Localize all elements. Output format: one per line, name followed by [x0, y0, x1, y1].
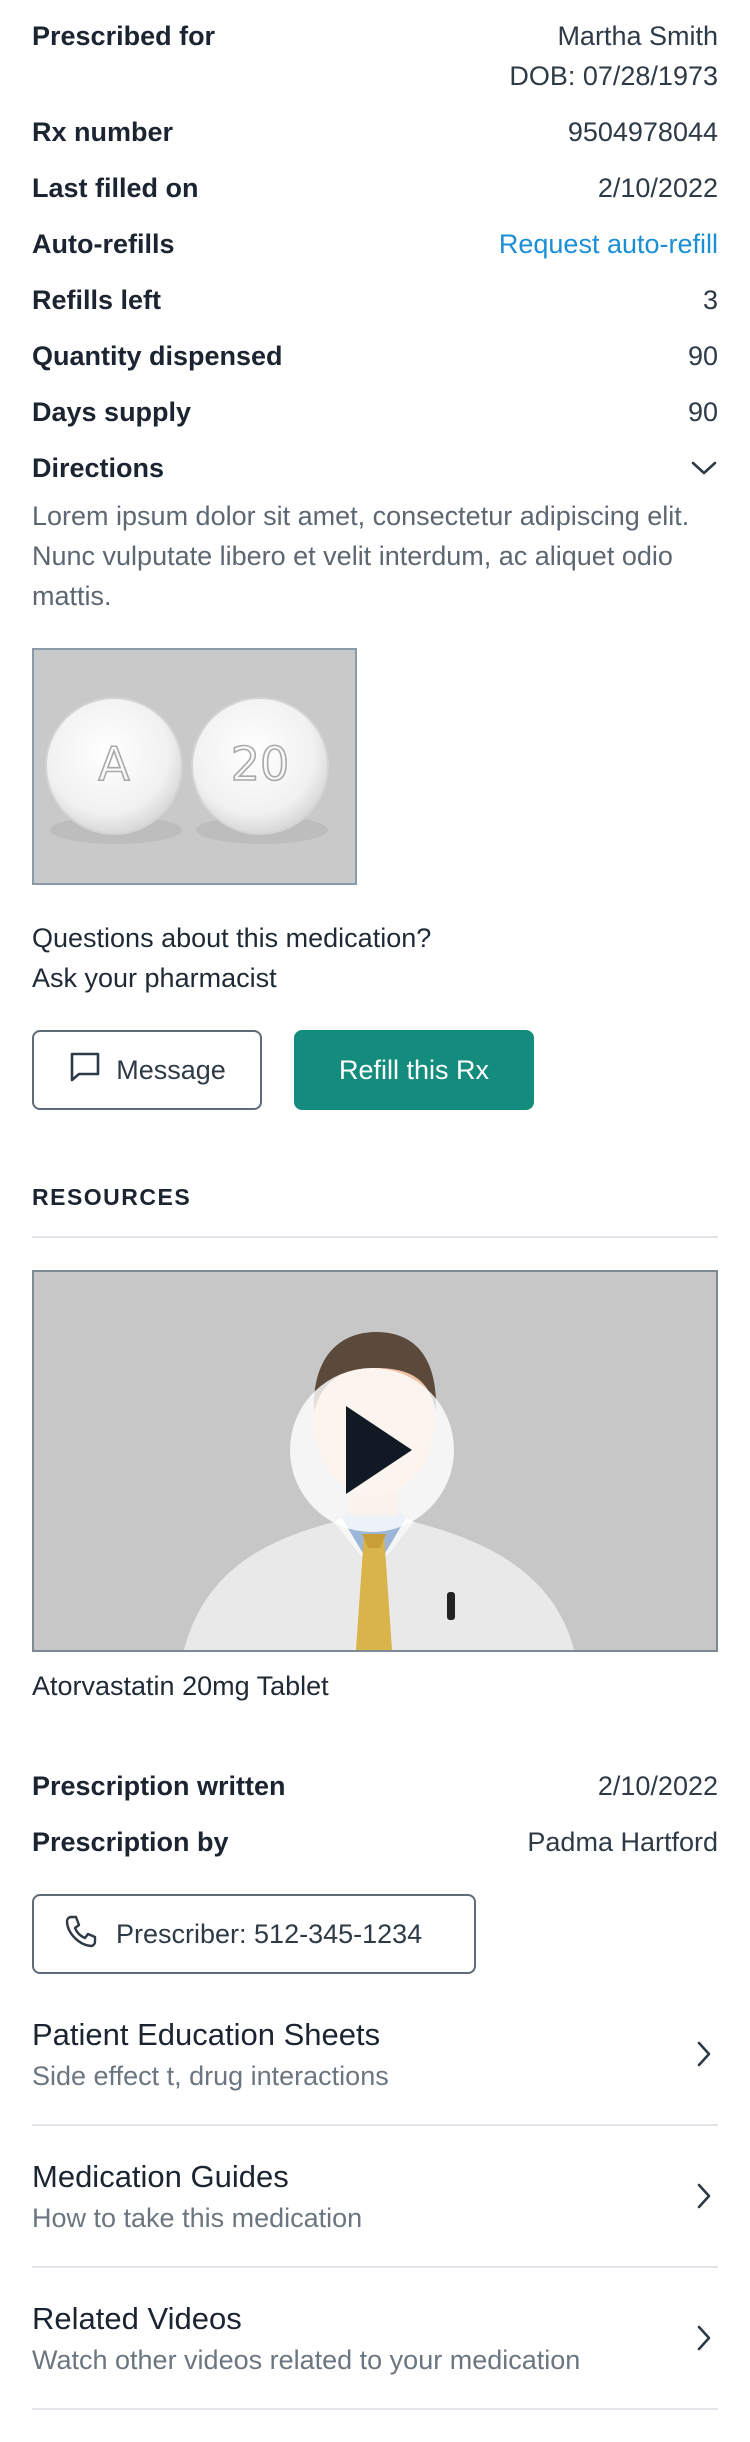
- prescriber-phone-label: Prescriber: 512-345-1234: [116, 1918, 423, 1949]
- video-player[interactable]: [32, 1270, 718, 1652]
- pharmacist-questions: Questions about this medication? Ask you…: [32, 918, 431, 998]
- directions-label: Directions: [32, 453, 165, 483]
- message-icon: [68, 1051, 102, 1090]
- resources-divider: [32, 1236, 718, 1238]
- quantity-value: 90: [687, 341, 718, 371]
- refills-left-value: 3: [702, 285, 718, 315]
- refills-left-row: Refills left 3: [32, 280, 718, 320]
- link-title: Related Videos: [32, 2301, 242, 2336]
- prescription-detail-page: Prescribed for Martha Smith DOB: 07/28/1…: [0, 0, 750, 2442]
- patient-dob: DOB: 07/28/1973: [509, 61, 718, 91]
- phone-icon: [64, 1914, 98, 1955]
- quantity-row: Quantity dispensed 90: [32, 336, 718, 376]
- link-text: Medication Guides How to take this medic…: [32, 2155, 362, 2237]
- questions-line: Questions about this medication?: [32, 923, 432, 953]
- link-text: Related Videos Watch other videos relate…: [32, 2297, 580, 2379]
- pharmacist-video-thumbnail: [34, 1272, 716, 1650]
- ask-pharmacist-line: Ask your pharmacist: [32, 963, 277, 993]
- chevron-right-icon: [690, 2034, 718, 2074]
- days-supply-label: Days supply: [32, 397, 192, 427]
- prescription-by-row: Prescription by Padma Hartford: [32, 1822, 718, 1862]
- auto-refills-label: Auto-refills: [32, 229, 175, 259]
- chevron-down-icon[interactable]: [690, 448, 718, 488]
- link-subtitle: Side effect t, drug interactions: [32, 2061, 389, 2091]
- rx-number-row: Rx number 9504978044: [32, 112, 718, 152]
- patient-education-sheets-link[interactable]: Patient Education Sheets Side effect t, …: [32, 1984, 718, 2124]
- resources-heading: RESOURCES: [32, 1184, 192, 1210]
- pill-imprint-left: A: [98, 737, 130, 791]
- prescription-written-value: 2/10/2022: [597, 1771, 718, 1801]
- refill-rx-button[interactable]: Refill this Rx: [294, 1030, 534, 1110]
- days-supply-value: 90: [687, 397, 718, 427]
- rx-number-label: Rx number: [32, 117, 174, 147]
- last-filled-label: Last filled on: [32, 173, 199, 203]
- auto-refills-row: Auto-refills Request auto-refill: [32, 224, 718, 264]
- quantity-label: Quantity dispensed: [32, 341, 283, 371]
- related-videos-link[interactable]: Related Videos Watch other videos relate…: [32, 2268, 718, 2408]
- prescribed-for-row: Prescribed for Martha Smith DOB: 07/28/1…: [32, 16, 718, 96]
- rx-number-value: 9504978044: [567, 117, 718, 147]
- directions-toggle[interactable]: Directions: [32, 448, 718, 488]
- link-divider: [32, 2408, 718, 2410]
- refills-left-label: Refills left: [32, 285, 162, 315]
- chevron-right-icon: [690, 2318, 718, 2358]
- link-text: Patient Education Sheets Side effect t, …: [32, 2013, 389, 2095]
- days-supply-row: Days supply 90: [32, 392, 718, 432]
- link-subtitle: How to take this medication: [32, 2203, 363, 2233]
- last-filled-value: 2/10/2022: [597, 173, 718, 203]
- request-auto-refill-link[interactable]: Request auto-refill: [499, 224, 718, 264]
- pill-imprint-right: 20: [231, 737, 290, 791]
- directions-text: Lorem ipsum dolor sit amet, consectetur …: [32, 501, 690, 611]
- chevron-right-icon: [690, 2176, 718, 2216]
- medication-guides-link[interactable]: Medication Guides How to take this medic…: [32, 2126, 718, 2266]
- video-caption: Atorvastatin 20mg Tablet: [32, 1671, 329, 1701]
- prescribed-for-label: Prescribed for: [32, 21, 216, 51]
- message-label: Message: [116, 1054, 226, 1085]
- message-button[interactable]: Message: [32, 1030, 262, 1110]
- prescription-written-label: Prescription written: [32, 1771, 286, 1801]
- call-prescriber-button[interactable]: Prescriber: 512-345-1234: [32, 1894, 476, 1974]
- pill-image: A 20: [32, 648, 357, 885]
- patient-info: Martha Smith DOB: 07/28/1973: [509, 16, 718, 96]
- link-subtitle: Watch other videos related to your medic…: [32, 2345, 581, 2375]
- prescription-written-row: Prescription written 2/10/2022: [32, 1766, 718, 1806]
- link-title: Patient Education Sheets: [32, 2017, 381, 2052]
- last-filled-row: Last filled on 2/10/2022: [32, 168, 718, 208]
- patient-name: Martha Smith: [557, 21, 718, 51]
- prescription-by-value: Padma Hartford: [527, 1827, 718, 1857]
- prescription-by-label: Prescription by: [32, 1827, 229, 1857]
- link-title: Medication Guides: [32, 2159, 289, 2194]
